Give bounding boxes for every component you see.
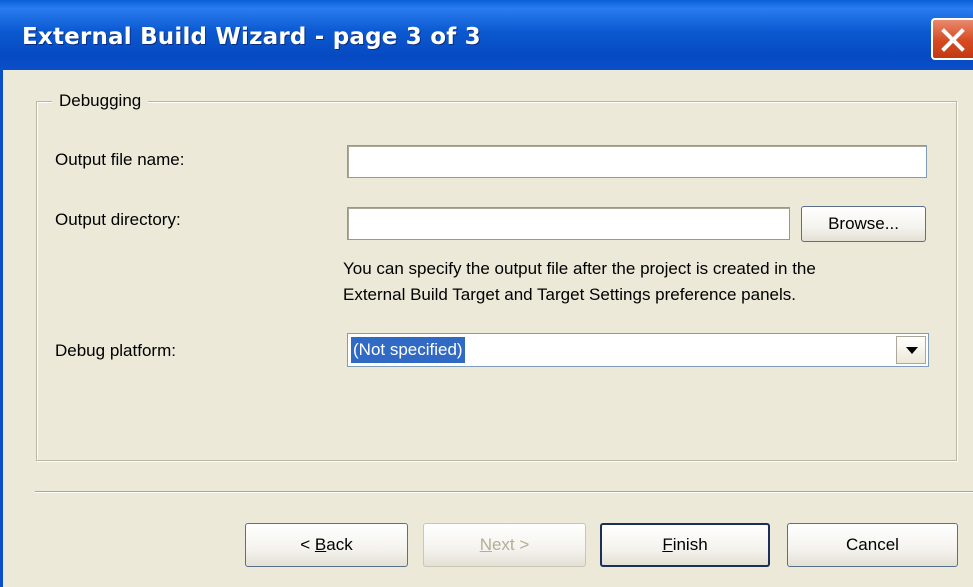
- cancel-button-label: Cancel: [846, 535, 899, 554]
- debug-platform-select[interactable]: (Not specified): [347, 333, 929, 367]
- wizard-window: External Build Wizard - page 3 of 3 Debu…: [0, 0, 973, 587]
- next-button-label: Next >: [424, 535, 585, 555]
- group-legend: Debugging: [52, 91, 149, 111]
- window-title: External Build Wizard - page 3 of 3: [22, 24, 481, 50]
- output-file-field[interactable]: [347, 145, 927, 178]
- output-file-label: Output file name:: [55, 150, 185, 169]
- window-frame: [0, 70, 3, 587]
- next-button[interactable]: Next >: [423, 523, 586, 567]
- browse-button[interactable]: Browse...: [801, 206, 926, 242]
- cancel-button[interactable]: Cancel: [787, 523, 958, 567]
- finish-mnemonic: F: [662, 535, 673, 554]
- dropdown-button[interactable]: [896, 336, 926, 364]
- next-mnemonic: N: [479, 535, 492, 554]
- debug-platform-label: Debug platform:: [55, 341, 176, 360]
- finish-button[interactable]: Finish: [600, 523, 770, 567]
- hint-line-1: You can specify the output file after th…: [343, 259, 816, 278]
- back-prefix: <: [300, 535, 315, 554]
- debug-platform-value: (Not specified): [350, 336, 466, 364]
- output-directory-label: Output directory:: [55, 210, 181, 229]
- next-rest: ext >: [491, 535, 530, 554]
- close-icon: [941, 28, 965, 52]
- back-button[interactable]: < Back: [245, 523, 408, 567]
- hint-line-2: External Build Target and Target Setting…: [343, 285, 796, 304]
- back-rest: ack: [326, 535, 353, 554]
- back-mnemonic: B: [314, 535, 327, 554]
- footer-separator: [35, 491, 973, 493]
- finish-button-label: Finish: [602, 535, 768, 555]
- close-button[interactable]: [931, 18, 973, 60]
- finish-rest: inish: [672, 535, 708, 554]
- title-bar: External Build Wizard - page 3 of 3: [0, 0, 973, 70]
- output-hint: You can specify the output file after th…: [343, 256, 953, 308]
- browse-button-label: Browse...: [828, 214, 899, 233]
- back-button-label: < Back: [246, 535, 407, 555]
- chevron-down-icon: [906, 347, 918, 354]
- output-directory-field[interactable]: [347, 207, 790, 240]
